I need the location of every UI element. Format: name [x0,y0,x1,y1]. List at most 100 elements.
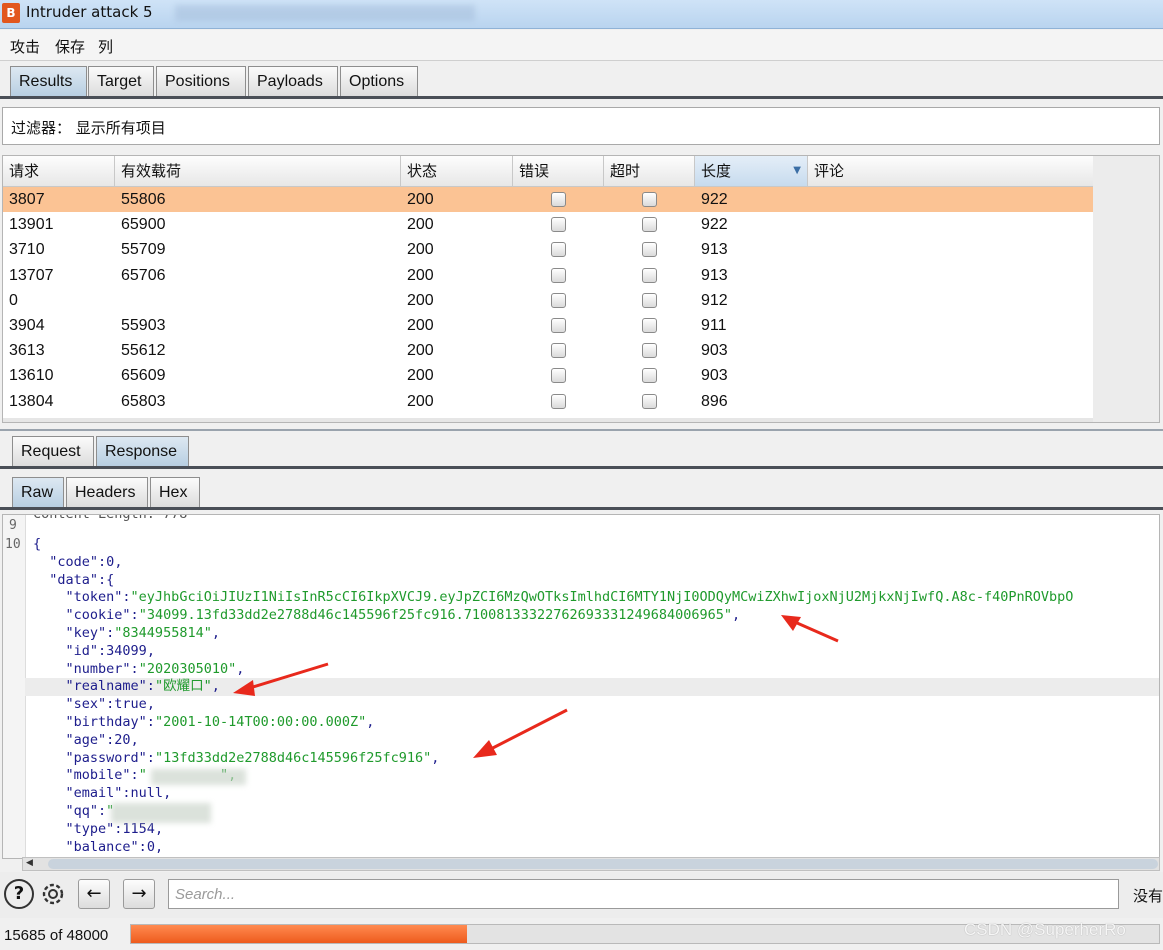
timeout-checkbox[interactable] [642,292,657,308]
tab-raw[interactable]: Raw [12,477,64,507]
timeout-checkbox[interactable] [642,318,657,333]
tab-headers[interactable]: Headers [66,477,148,507]
cell-length: 922 [701,216,728,234]
scroll-left-icon[interactable]: ◀ [26,858,33,868]
tab-options[interactable]: Options [340,66,418,96]
next-button[interactable]: → [123,879,155,909]
response-tab-divider [0,466,1163,469]
timeout-checkbox[interactable] [642,343,657,359]
table-row[interactable]: 3710 55709 200 913 [3,237,1093,262]
code-punct: , [130,731,139,748]
column-header-error[interactable]: 错误 [513,156,604,186]
filter-bar[interactable]: 过滤器： 显示所有项目 [2,107,1160,145]
table-row[interactable]: 3613 55612 200 903 [3,338,1093,363]
code-punct: " [33,625,74,641]
timeout-checkbox[interactable] [642,368,657,384]
code-punct: ": [89,803,107,819]
table-row[interactable]: 13804 65803 200 896 [3,389,1093,414]
cell-status: 200 [407,241,434,259]
error-checkbox[interactable] [551,368,566,384]
column-header-comment[interactable]: 评论 [808,156,1093,186]
table-scrollbar[interactable] [3,418,1093,422]
cell-request: 13707 [9,266,54,284]
gear-icon[interactable] [37,878,69,910]
column-header-timeout[interactable]: 超时 [604,156,695,186]
column-header-status[interactable]: 状态 [401,156,513,186]
menu-save[interactable]: 保存 [55,36,85,57]
line-number-gutter [3,515,26,858]
arrow-left-icon: ← [86,883,102,904]
cell-status: 200 [407,317,434,334]
table-row[interactable]: 0 200 912 [3,288,1093,313]
pane-divider [0,429,1163,431]
code-punct: , [114,553,123,570]
error-checkbox[interactable] [551,318,566,333]
code-punct: ": [98,696,115,713]
error-checkbox[interactable] [551,343,566,359]
tab-payloads[interactable]: Payloads [248,66,338,96]
table-row[interactable]: 3807 55806 200 922 [3,187,1093,212]
timeout-checkbox[interactable] [642,217,657,233]
json-key: qq [73,803,90,819]
code-punct: ": [106,820,123,837]
code-punct: " [33,607,74,624]
table-row[interactable]: 13707 65706 200 913 [3,263,1093,288]
code-punct: ": [138,714,155,730]
cell-status: 200 [407,291,434,309]
error-checkbox[interactable] [551,242,566,258]
code-punct: , [163,785,172,802]
json-key: data [57,571,90,588]
table-row[interactable]: 3904 55903 200 911 [3,313,1093,338]
json-key: id [73,642,90,659]
table-row[interactable]: 13901 65900 200 922 [3,212,1093,237]
column-header-length-label: 长度 [701,162,732,180]
code-punct: , [211,678,220,695]
json-value: "欧耀口" [154,678,212,695]
menu-attack[interactable]: 攻击 [10,36,40,57]
code-punct: " [33,553,58,570]
table-row[interactable]: 13610 65609 200 903 [3,363,1093,388]
error-checkbox[interactable] [551,267,566,283]
code-punct: ": [130,838,147,855]
timeout-checkbox[interactable] [642,242,657,258]
cell-status: 200 [407,342,434,360]
code-line-key: "key":"8344955814", [33,625,220,643]
json-value: "2001-10-14T00:00:00.000Z" [154,714,367,730]
window-title: Intruder attack 5 [26,3,153,21]
column-header-payload[interactable]: 有效载荷 [115,156,401,186]
error-checkbox[interactable] [551,393,566,409]
column-header-length[interactable]: 长度 ▼ [695,156,808,186]
tab-hex[interactable]: Hex [150,477,200,507]
column-header-request[interactable]: 请求 [3,156,115,186]
help-icon[interactable]: ? [4,879,34,909]
search-input[interactable] [168,879,1119,909]
error-checkbox[interactable] [551,192,566,207]
tab-response[interactable]: Response [96,436,189,466]
tab-divider [0,96,1163,99]
tab-positions[interactable]: Positions [156,66,246,96]
timeout-checkbox[interactable] [642,393,657,409]
error-checkbox[interactable] [551,292,566,308]
menu-columns[interactable]: 列 [98,36,113,57]
json-value: "eyJhbGciOiJIUzI1NiIsInR5cCI6IkpXVCJ9.ey… [130,589,1074,606]
cell-payload: 65900 [121,216,166,234]
json-key: sex [73,696,99,713]
error-checkbox[interactable] [551,217,566,233]
tab-request[interactable]: Request [12,436,94,466]
timeout-checkbox[interactable] [642,192,657,207]
timeout-checkbox[interactable] [642,267,657,283]
tab-target[interactable]: Target [88,66,154,96]
code-line-type: "type":1154, [33,820,164,839]
response-editor[interactable]: 9 10 Content-Length: 778 { "code":0, "da… [2,514,1160,859]
scrollbar-thumb[interactable] [48,859,1158,869]
arrow-right-icon: → [131,883,147,904]
code-text: { [33,536,42,552]
code-punct: " [33,660,74,677]
sort-descending-icon: ▼ [793,165,801,176]
redacted-qq [111,803,211,823]
previous-button[interactable]: ← [78,879,110,909]
cell-request: 13610 [9,367,54,385]
tab-results[interactable]: Results [10,66,87,96]
code-punct: ": [114,785,131,802]
code-line-number: "number":"2020305010", [33,660,245,679]
